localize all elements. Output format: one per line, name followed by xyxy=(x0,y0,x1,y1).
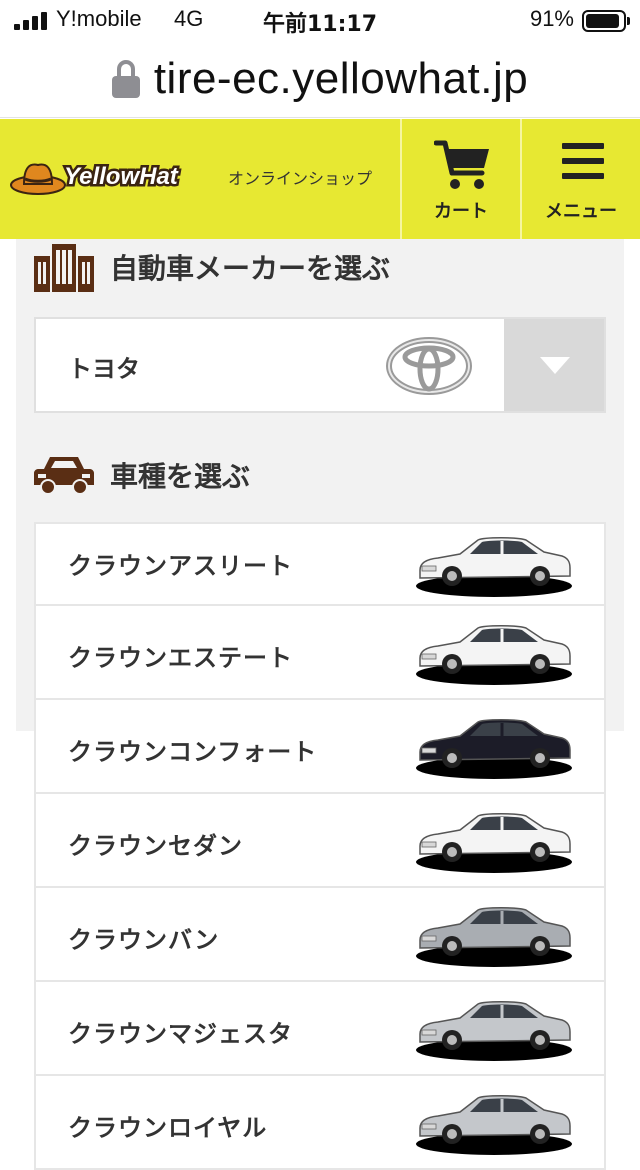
cart-label: カート xyxy=(434,201,488,222)
cart-button[interactable]: カート xyxy=(400,119,520,239)
battery-icon xyxy=(582,10,630,32)
logo-text: YellowHat xyxy=(62,161,181,193)
maker-section-heading: 自動車メーカーを選ぶ xyxy=(34,239,390,295)
car-photo xyxy=(416,719,572,779)
model-list-item[interactable]: クラウンロイヤル xyxy=(34,1074,606,1170)
battery-fill xyxy=(586,14,619,28)
hamburger-icon xyxy=(562,143,604,179)
cart-icon xyxy=(434,140,489,189)
signal-icon xyxy=(14,12,50,30)
car-photo xyxy=(416,907,572,967)
model-list-item[interactable]: クラウンコンフォート xyxy=(34,698,606,794)
car-photo xyxy=(416,537,572,597)
model-name: クラウンエステート xyxy=(68,644,293,672)
model-list-item[interactable]: クラウンエステート xyxy=(34,604,606,700)
dropdown-arrow-icon xyxy=(540,357,570,374)
address-bar[interactable]: tire-ec.yellowhat.jp xyxy=(0,40,640,118)
model-name: クラウンセダン xyxy=(68,832,243,860)
model-heading-text: 車種を選ぶ xyxy=(110,460,251,493)
model-list-item[interactable]: クラウンバン xyxy=(34,886,606,982)
car-photo xyxy=(416,1001,572,1061)
selected-maker: トヨタ xyxy=(68,355,140,383)
building-icon xyxy=(34,244,94,292)
car-icon xyxy=(34,457,94,495)
model-list-item[interactable]: クラウンアスリート xyxy=(34,522,606,606)
model-name: クラウンバン xyxy=(68,926,220,954)
model-name: クラウンコンフォート xyxy=(68,738,318,766)
model-list-item[interactable]: クラウンセダン xyxy=(34,792,606,888)
maker-select[interactable]: トヨタ xyxy=(34,317,606,413)
model-list: クラウンアスリート クラウンエステート クラウンコンフォート クラウンセダン クラウンバ… xyxy=(34,522,606,1170)
yellowhat-logo[interactable]: YellowHat xyxy=(10,155,220,205)
site-header: YellowHat オンラインショップ カート メニュー xyxy=(0,119,640,239)
battery-percent: 91% xyxy=(529,6,574,31)
carrier-name: Y!mobile xyxy=(56,6,142,31)
model-name: クラウンマジェスタ xyxy=(68,1020,293,1048)
model-list-item[interactable]: クラウンマジェスタ xyxy=(34,980,606,1076)
menu-button[interactable]: メニュー xyxy=(520,119,640,239)
model-section-heading: 車種を選ぶ xyxy=(34,447,250,503)
maker-heading-text: 自動車メーカーを選ぶ xyxy=(110,252,391,285)
status-bar: Y!mobile 4G 午前11:17 91% xyxy=(0,0,640,40)
main-content: 自動車メーカーを選ぶ トヨタ 車種を選ぶ クラウンアスリート クラウンエステートク… xyxy=(0,239,640,1170)
car-photo xyxy=(416,813,572,873)
network-type: 4G xyxy=(174,6,204,31)
lock-icon xyxy=(111,59,140,98)
logo-subtitle: オンラインショップ xyxy=(228,169,373,188)
hat-icon xyxy=(10,163,66,195)
car-photo xyxy=(416,1095,572,1155)
menu-label: メニュー xyxy=(545,201,617,222)
car-photo xyxy=(416,625,572,685)
model-name: クラウンロイヤル xyxy=(68,1114,268,1142)
status-time: 午前11:17 xyxy=(262,12,378,37)
url-text[interactable]: tire-ec.yellowhat.jp xyxy=(154,54,528,104)
model-name: クラウンアスリート xyxy=(68,552,293,580)
toyota-logo-icon xyxy=(386,337,472,395)
maker-dropdown-button[interactable] xyxy=(504,319,604,411)
